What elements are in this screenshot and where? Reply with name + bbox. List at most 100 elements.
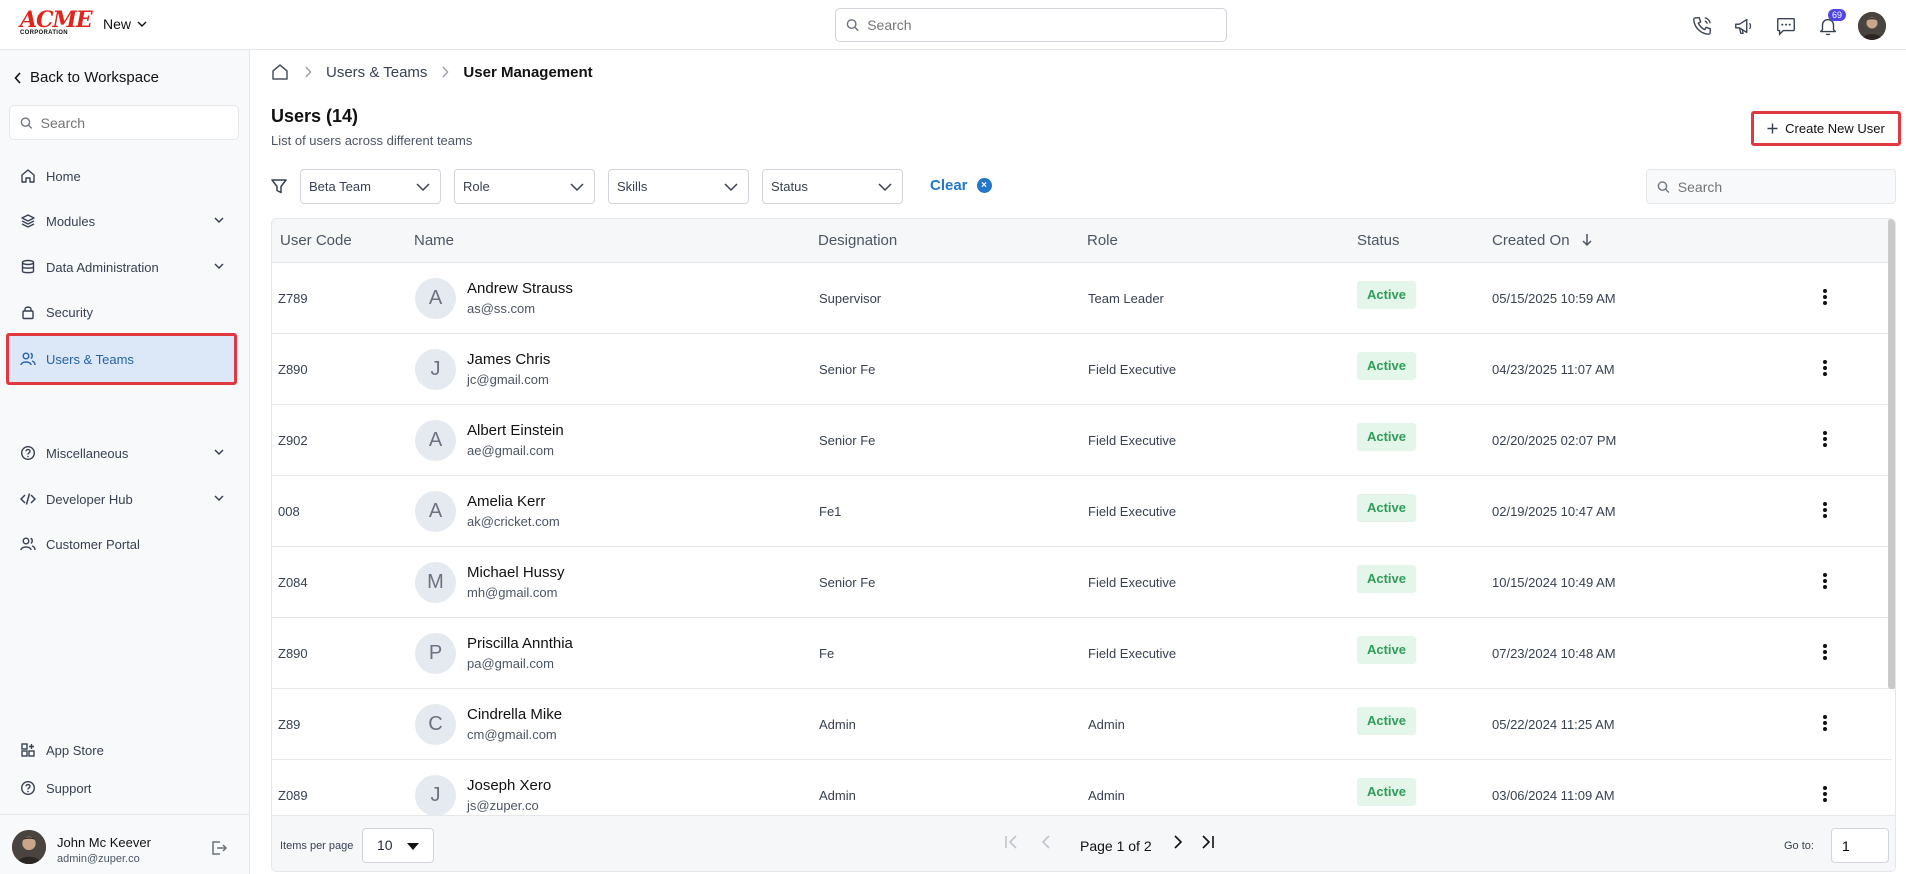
breadcrumb-users-teams[interactable]: Users & Teams (326, 64, 427, 81)
table-row[interactable]: Z789 A Andrew Strauss as@ss.com Supervisor Te… (272, 263, 1892, 334)
user-code-cell: Z89 (278, 717, 301, 732)
created-on-cell: 07/23/2024 10:48 AM (1492, 646, 1616, 661)
clear-filters-button[interactable]: Clear × (930, 177, 992, 194)
more-options-icon[interactable] (1819, 500, 1831, 524)
more-options-icon[interactable] (1819, 358, 1831, 382)
table-row[interactable]: Z902 A Albert Einstein ae@gmail.com Senior F… (272, 405, 1892, 476)
user-code-cell: Z890 (278, 362, 308, 377)
column-header-name[interactable]: Name (414, 232, 454, 249)
user-name-cell[interactable]: James Chris (467, 351, 550, 368)
sort-arrow-down-icon[interactable] (1581, 233, 1593, 247)
page-info: Page 1 of 2 (1080, 838, 1152, 854)
user-name: John Mc Keever (57, 835, 151, 850)
designation-cell: Admin (819, 717, 856, 732)
global-search[interactable] (835, 8, 1227, 42)
create-new-user-button[interactable]: Create New User (1751, 111, 1901, 146)
column-header-status[interactable]: Status (1357, 232, 1400, 249)
table-row[interactable]: Z89 C Cindrella Mike cm@gmail.com Admin Admin… (272, 689, 1892, 760)
more-options-icon[interactable] (1819, 713, 1831, 737)
phone-icon[interactable] (1690, 14, 1714, 38)
role-cell: Field Executive (1088, 504, 1177, 519)
user-name-cell[interactable]: Priscilla Annthia (467, 635, 573, 652)
acme-logo[interactable]: ACME CORPORATION (20, 9, 93, 38)
team-filter-select[interactable]: Beta Team (300, 169, 441, 204)
designation-cell: Senior Fe (819, 575, 876, 590)
table-row[interactable]: Z084 M Michael Hussy mh@gmail.com Senior Fe F… (272, 547, 1892, 618)
user-name-cell[interactable]: Michael Hussy (467, 564, 565, 581)
role-cell: Admin (1088, 717, 1125, 732)
user-name-cell[interactable]: Andrew Strauss (467, 280, 573, 297)
sidebar-search[interactable] (9, 105, 239, 140)
logout-icon[interactable] (210, 839, 228, 860)
last-page-icon[interactable] (1200, 834, 1216, 850)
role-cell: Team Leader (1088, 291, 1164, 306)
next-page-icon[interactable] (1172, 834, 1184, 850)
sidebar-item-label: Modules (46, 213, 96, 229)
chevron-down-icon (137, 21, 147, 27)
sidebar-item-support[interactable]: Support (6, 766, 237, 810)
page-subtitle: List of users across different teams (271, 133, 473, 148)
sidebar-item-users-teams[interactable]: Users & Teams (6, 333, 237, 385)
items-per-page-select[interactable]: 10 (362, 828, 434, 863)
user-code-cell: Z789 (278, 291, 308, 306)
sidebar-item-security[interactable]: Security (6, 290, 237, 334)
vertical-scrollbar[interactable] (1888, 219, 1895, 689)
table-row[interactable]: 008 A Amelia Kerr ak@cricket.com Fe1 Field Ex… (272, 476, 1892, 547)
avatar[interactable] (12, 830, 46, 864)
column-header-role[interactable]: Role (1087, 232, 1118, 249)
table-search-input[interactable] (1677, 178, 1895, 195)
designation-cell: Fe1 (819, 504, 842, 519)
goto-page-input[interactable] (1831, 828, 1889, 863)
global-search-input[interactable] (867, 17, 1226, 33)
column-header-user-code[interactable]: User Code (280, 232, 352, 249)
user-email-cell: ak@cricket.com (467, 514, 560, 529)
created-on-cell: 05/22/2024 11:25 AM (1492, 717, 1615, 732)
user-code-cell: 008 (278, 504, 300, 519)
user-email-cell: jc@gmail.com (467, 372, 549, 387)
column-header-designation[interactable]: Designation (818, 232, 897, 249)
clear-label: Clear (930, 177, 968, 194)
user-name-cell[interactable]: Albert Einstein (467, 422, 564, 439)
sidebar-item-miscellaneous[interactable]: Miscellaneous (6, 431, 237, 475)
search-icon (846, 19, 859, 32)
sidebar-item-data-administration[interactable]: Data Administration (6, 245, 237, 289)
back-to-workspace-link[interactable]: Back to Workspace (14, 69, 159, 86)
sidebar-item-developer-hub[interactable]: Developer Hub (6, 477, 237, 521)
more-options-icon[interactable] (1819, 287, 1831, 311)
filter-icon[interactable] (270, 177, 288, 195)
role-filter-select[interactable]: Role (454, 169, 595, 204)
new-dropdown-button[interactable]: New (103, 16, 147, 32)
user-name-cell[interactable]: Joseph Xero (467, 777, 551, 794)
table-search[interactable] (1646, 169, 1896, 204)
help-circle-icon (20, 445, 36, 461)
previous-page-icon[interactable] (1040, 834, 1052, 850)
back-label: Back to Workspace (30, 69, 159, 86)
table-row[interactable]: Z890 P Priscilla Annthia pa@gmail.com Fe Fiel… (272, 618, 1892, 689)
sidebar-item-modules[interactable]: Modules (6, 199, 237, 243)
more-options-icon[interactable] (1819, 571, 1831, 595)
code-icon (20, 493, 36, 505)
user-avatar[interactable] (1858, 12, 1886, 40)
home-icon[interactable] (270, 62, 290, 82)
role-cell: Admin (1088, 788, 1125, 803)
user-name-cell[interactable]: Amelia Kerr (467, 493, 545, 510)
skills-filter-select[interactable]: Skills (608, 169, 749, 204)
chevron-down-icon (724, 183, 738, 192)
bell-icon[interactable]: 69 (1816, 9, 1846, 38)
table-row[interactable]: Z890 J James Chris jc@gmail.com Senior Fe Fie… (272, 334, 1892, 405)
sidebar-item-home[interactable]: Home (6, 154, 237, 198)
more-options-icon[interactable] (1819, 642, 1831, 666)
user-name-cell[interactable]: Cindrella Mike (467, 706, 562, 723)
sidebar-search-input[interactable] (40, 114, 238, 131)
megaphone-icon[interactable] (1732, 14, 1756, 38)
top-bar: ACME CORPORATION New 69 (0, 0, 1906, 50)
status-filter-select[interactable]: Status (762, 169, 903, 204)
sidebar-item-customer-portal[interactable]: Customer Portal (6, 522, 237, 566)
chat-icon[interactable] (1774, 14, 1798, 38)
column-header-created-on[interactable]: Created On (1492, 232, 1570, 249)
users-icon (20, 352, 36, 366)
more-options-icon[interactable] (1819, 429, 1831, 453)
chevron-down-icon (214, 263, 224, 270)
more-options-icon[interactable] (1819, 784, 1831, 808)
first-page-icon[interactable] (1003, 834, 1019, 850)
